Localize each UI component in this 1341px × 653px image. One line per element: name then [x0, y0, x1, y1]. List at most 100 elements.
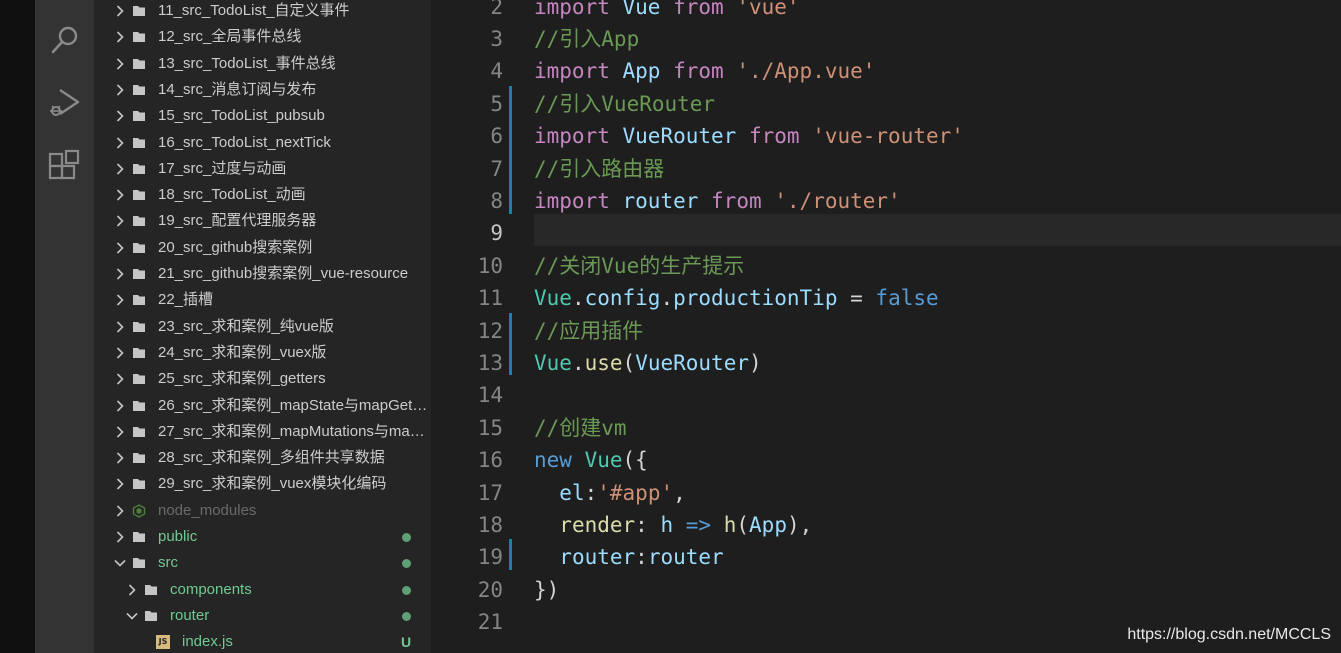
folder-item[interactable]: router: [94, 603, 431, 629]
chevron-right-icon[interactable]: [114, 452, 126, 464]
folder-item[interactable]: 26_src_求和案例_mapState与mapGetters: [94, 393, 431, 419]
code-token: App: [749, 512, 787, 537]
run-debug-icon[interactable]: [47, 85, 83, 121]
chevron-right-icon[interactable]: [114, 347, 126, 359]
folder-item[interactable]: 24_src_求和案例_vuex版: [94, 340, 431, 366]
folder-item[interactable]: 29_src_求和案例_vuex模块化编码: [94, 471, 431, 497]
folder-item[interactable]: 21_src_github搜索案例_vue-resource: [94, 261, 431, 287]
code-token: from: [673, 59, 724, 84]
tree-item-label: 14_src_消息订阅与发布: [158, 80, 317, 98]
code-line[interactable]: import router from './router': [534, 185, 901, 217]
git-untracked-badge: U: [400, 634, 412, 651]
code-line[interactable]: import App from './App.vue': [534, 55, 875, 87]
code-line[interactable]: import VueRouter from 'vue-router': [534, 120, 964, 152]
tree-item-label: 20_src_github搜索案例: [158, 238, 313, 256]
code-line[interactable]: //引入路由器: [534, 153, 664, 185]
folder-item[interactable]: 11_src_TodoList_自定义事件: [94, 0, 431, 24]
code-token: //关闭Vue的生产提示: [534, 253, 745, 278]
folder-item[interactable]: components: [94, 577, 431, 603]
code-token: import: [534, 0, 610, 19]
folder-item[interactable]: 22_插槽: [94, 287, 431, 313]
code-token: 'vue-router': [812, 124, 964, 149]
line-number: 14: [477, 383, 503, 408]
code-token: router: [559, 545, 636, 570]
chevron-right-icon[interactable]: [114, 242, 126, 254]
code-line[interactable]: Vue.use(VueRouter): [534, 347, 762, 379]
folder-item[interactable]: 28_src_求和案例_多组件共享数据: [94, 445, 431, 471]
folder-item[interactable]: 13_src_TodoList_事件总线: [94, 51, 431, 77]
code-token: ),: [786, 512, 813, 537]
folder-item[interactable]: 14_src_消息订阅与发布: [94, 77, 431, 103]
chevron-right-icon[interactable]: [114, 5, 126, 17]
chevron-right-icon[interactable]: [114, 189, 126, 201]
folder-item[interactable]: src: [94, 550, 431, 576]
code-token: './App.vue': [736, 59, 876, 84]
code-token: Vue: [622, 0, 661, 19]
folder-item[interactable]: 20_src_github搜索案例: [94, 235, 431, 261]
code-line[interactable]: //引入App: [534, 23, 639, 55]
code-line[interactable]: router:router: [534, 541, 723, 573]
chevron-right-icon[interactable]: [114, 321, 126, 333]
folder-item[interactable]: 23_src_求和案例_纯vue版: [94, 314, 431, 340]
extensions-icon[interactable]: [47, 148, 83, 184]
code-line[interactable]: //应用插件: [534, 315, 643, 347]
chevron-right-icon[interactable]: [114, 58, 126, 70]
chevron-right-icon[interactable]: [114, 399, 126, 412]
chevron-right-icon[interactable]: [114, 110, 126, 122]
folder-item[interactable]: public: [94, 524, 431, 550]
code-line[interactable]: }): [534, 574, 559, 606]
code-line[interactable]: //引入VueRouter: [534, 88, 715, 120]
folder-item[interactable]: 15_src_TodoList_pubsub: [94, 103, 431, 129]
folder-item[interactable]: 16_src_TodoList_nextTick: [94, 130, 431, 156]
chevron-right-icon[interactable]: [126, 584, 138, 596]
file-item[interactable]: JS index.js U: [94, 629, 431, 653]
code-editor[interactable]: 2 import Vue from 'vue' 3 //引入App 4 import Ap…: [431, 0, 1341, 653]
line-number: 18: [477, 512, 503, 537]
code-token: new: [534, 448, 572, 473]
code-line[interactable]: //关闭Vue的生产提示: [534, 250, 744, 282]
chevron-right-icon[interactable]: [114, 163, 126, 175]
folder-item[interactable]: 17_src_过度与动画: [94, 156, 431, 182]
code-token: (: [736, 512, 750, 537]
code-line[interactable]: new Vue({: [534, 444, 648, 476]
folder-item[interactable]: 18_src_TodoList_动画: [94, 182, 431, 208]
chevron-right-icon[interactable]: [114, 373, 126, 385]
code-line[interactable]: import Vue from 'vue': [534, 0, 800, 23]
code-line[interactable]: Vue.config.productionTip = false: [534, 282, 939, 314]
chevron-right-icon[interactable]: [114, 268, 126, 280]
code-line[interactable]: el:'#app',: [534, 477, 685, 509]
chevron-right-icon[interactable]: [114, 136, 126, 149]
code-line[interactable]: render: h => h(App),: [534, 509, 812, 541]
chevron-right-icon[interactable]: [114, 478, 126, 490]
folder-item[interactable]: 19_src_配置代理服务器: [94, 208, 431, 234]
code-token: import: [534, 59, 610, 84]
tree-item-label: components: [170, 580, 252, 598]
chevron-right-icon[interactable]: [114, 426, 126, 438]
folder-item[interactable]: node_modules: [94, 498, 431, 524]
code-token: '#app': [597, 480, 674, 505]
chevron-right-icon[interactable]: [114, 531, 126, 543]
chevron-right-icon[interactable]: [114, 505, 126, 517]
chevron-down-icon[interactable]: [126, 610, 138, 622]
tree-item-label: public: [158, 528, 198, 545]
code-line[interactable]: //创建vm: [534, 412, 627, 444]
chevron-right-icon[interactable]: [114, 294, 126, 306]
chevron-down-icon[interactable]: [114, 557, 126, 569]
chevron-right-icon[interactable]: [114, 215, 126, 227]
code-token: from: [711, 188, 762, 213]
tree-item-label: 16_src_TodoList_nextTick: [158, 133, 331, 151]
folder-icon: [132, 241, 146, 255]
chevron-right-icon[interactable]: [114, 84, 126, 96]
chevron-right-icon[interactable]: [114, 31, 126, 43]
code-token: :: [635, 545, 648, 570]
folder-item[interactable]: 25_src_求和案例_getters: [94, 366, 431, 392]
explorer-panel: 11_src_TodoList_自定义事件 12_src_全局事件总线 13_src…: [94, 0, 431, 653]
search-icon[interactable]: [47, 22, 83, 58]
folder-item[interactable]: 12_src_全局事件总线: [94, 24, 431, 50]
folder-icon: [132, 30, 146, 44]
folder-item[interactable]: 27_src_求和案例_mapMutations与mapActions: [94, 419, 431, 445]
